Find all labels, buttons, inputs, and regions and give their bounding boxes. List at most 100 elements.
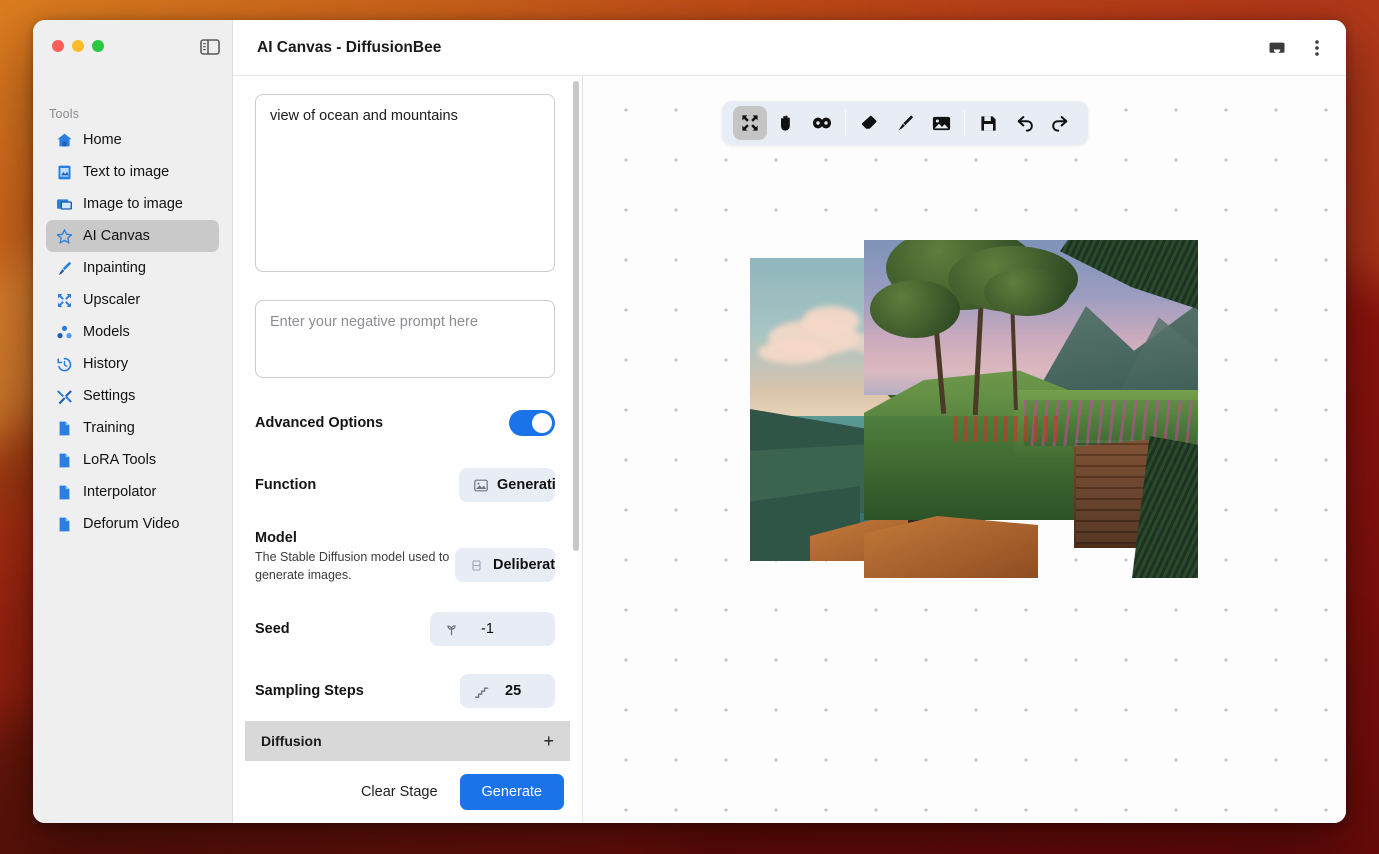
steps-icon	[474, 684, 489, 699]
sidebar-item-label: Models	[83, 324, 130, 340]
sidebar-item-label: Interpolator	[83, 484, 156, 500]
canvas-toolbar	[722, 101, 1088, 145]
seed-input[interactable]: -1	[430, 612, 555, 646]
sidebar-item-history[interactable]: History	[46, 348, 219, 380]
toolbar-group-paint	[846, 106, 964, 140]
generated-image-front[interactable]	[864, 240, 1198, 578]
panel-scrollbar[interactable]	[573, 81, 579, 551]
diffusion-accordion-label: Diffusion	[261, 733, 322, 749]
sidebar-item-label: Deforum Video	[83, 516, 179, 532]
function-select[interactable]: Generati	[459, 468, 555, 502]
sprout-icon	[444, 622, 459, 637]
prompt-input[interactable]	[255, 94, 555, 272]
content-body: Advanced Options Function	[233, 76, 1346, 823]
function-value: Generati	[497, 477, 555, 493]
zoom-button[interactable]	[92, 40, 104, 52]
more-vertical-icon[interactable]	[1306, 37, 1328, 59]
sidebar-item-home[interactable]: Home	[46, 124, 219, 156]
toolbar-group-history	[965, 106, 1083, 140]
text-to-image-icon	[56, 164, 73, 181]
sidebar-item-lora-tools[interactable]: LoRA Tools	[46, 444, 219, 476]
image-to-image-icon	[56, 196, 73, 213]
redo-button[interactable]	[1043, 106, 1077, 140]
sidebar-item-interpolator[interactable]: Interpolator	[46, 476, 219, 508]
sidebar-item-label: Image to image	[83, 196, 183, 212]
settings-icon	[56, 388, 73, 405]
inbox-icon[interactable]	[1266, 37, 1288, 59]
sidebar-item-label: AI Canvas	[83, 228, 150, 244]
sampling-steps-value: 25	[505, 683, 521, 699]
seed-label: Seed	[255, 621, 290, 637]
close-button[interactable]	[52, 40, 64, 52]
sidebar-item-inpainting[interactable]: Inpainting	[46, 252, 219, 284]
pan-tool[interactable]	[769, 106, 803, 140]
sidebar-item-label: Settings	[83, 388, 135, 404]
sidebar-item-label: Text to image	[83, 164, 169, 180]
negative-prompt-input[interactable]	[255, 300, 555, 378]
sidebar: Tools Home Text to image	[33, 20, 233, 823]
advanced-options-toggle[interactable]	[509, 410, 555, 436]
save-button[interactable]	[971, 106, 1005, 140]
sidebar-item-image-to-image[interactable]: Image to image	[46, 188, 219, 220]
sidebar-item-upscaler[interactable]: Upscaler	[46, 284, 219, 316]
sidebar-item-training[interactable]: Training	[46, 412, 219, 444]
minimize-button[interactable]	[72, 40, 84, 52]
place-image-tool[interactable]	[924, 106, 958, 140]
sampling-steps-row: Sampling Steps 25	[255, 674, 555, 708]
sidebar-item-models[interactable]: Models	[46, 316, 219, 348]
main-area: AI Canvas - DiffusionBee	[233, 20, 1346, 823]
desktop-background: Tools Home Text to image	[0, 0, 1379, 854]
page-title: AI Canvas - DiffusionBee	[257, 39, 441, 57]
panel-footer: Clear Stage Generate	[233, 761, 582, 823]
seed-value: -1	[481, 621, 494, 637]
sidebar-item-settings[interactable]: Settings	[46, 380, 219, 412]
options-scroll-area: Advanced Options Function	[233, 76, 582, 721]
sidebar-nav: Home Text to image Image to image	[46, 124, 219, 540]
eraser-tool[interactable]	[852, 106, 886, 140]
file-icon	[56, 452, 73, 469]
title-bar: AI Canvas - DiffusionBee	[233, 20, 1346, 76]
undo-button[interactable]	[1007, 106, 1041, 140]
sidebar-item-ai-canvas[interactable]: AI Canvas	[46, 220, 219, 252]
options-panel: Advanced Options Function	[233, 76, 583, 823]
sidebar-item-label: Inpainting	[83, 260, 146, 276]
generate-button[interactable]: Generate	[460, 774, 564, 810]
move-resize-tool[interactable]	[733, 106, 767, 140]
file-icon	[56, 420, 73, 437]
function-row: Function Generati	[255, 468, 555, 502]
home-icon	[56, 132, 73, 149]
file-icon	[56, 484, 73, 501]
seed-row: Seed -1	[255, 612, 555, 646]
sidebar-item-label: Upscaler	[83, 292, 140, 308]
sampling-steps-input[interactable]: 25	[460, 674, 555, 708]
advanced-options-label: Advanced Options	[255, 415, 383, 431]
function-label: Function	[255, 477, 316, 493]
star-icon	[56, 228, 73, 245]
model-label: Model	[255, 530, 451, 546]
model-select[interactable]: Deliberat	[455, 548, 555, 582]
model-value: Deliberat	[493, 557, 555, 573]
clear-stage-button[interactable]: Clear Stage	[347, 776, 452, 808]
canvas-stage[interactable]	[583, 76, 1346, 823]
sidebar-item-deforum-video[interactable]: Deforum Video	[46, 508, 219, 540]
history-icon	[56, 356, 73, 373]
sidebar-item-text-to-image[interactable]: Text to image	[46, 156, 219, 188]
mask-tool[interactable]	[805, 106, 839, 140]
toolbar-group-selection	[727, 106, 845, 140]
sidebar-section-label: Tools	[49, 107, 79, 121]
model-description: The Stable Diffusion model used to gener…	[255, 548, 451, 584]
expand-icon: +	[543, 732, 554, 750]
brush-tool[interactable]	[888, 106, 922, 140]
app-window: Tools Home Text to image	[33, 20, 1346, 823]
sampling-steps-label: Sampling Steps	[255, 683, 364, 699]
diffusion-accordion[interactable]: Diffusion +	[245, 721, 570, 761]
file-icon	[56, 516, 73, 533]
sidebar-item-label: LoRA Tools	[83, 452, 156, 468]
sidebar-item-label: History	[83, 356, 128, 372]
brush-icon	[56, 260, 73, 277]
title-bar-actions	[1266, 37, 1328, 59]
sidebar-item-label: Home	[83, 132, 122, 148]
model-row: Model The Stable Diffusion model used to…	[255, 530, 555, 584]
image-icon	[473, 478, 488, 493]
sidebar-toggle-icon[interactable]	[198, 38, 222, 56]
